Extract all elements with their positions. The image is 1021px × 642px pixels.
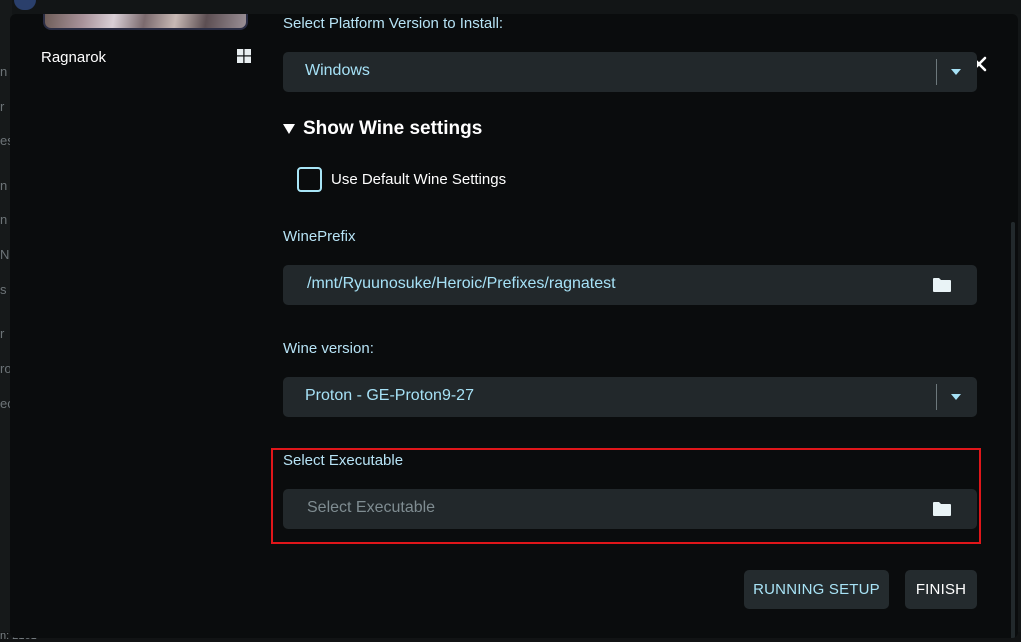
background-text-fragment: r	[0, 326, 5, 341]
scrollbar-track[interactable]	[1011, 222, 1015, 638]
game-cover-image	[43, 14, 248, 30]
folder-icon[interactable]	[932, 501, 952, 517]
wine-prefix-input[interactable]	[307, 275, 907, 293]
chevron-down-icon[interactable]	[951, 69, 961, 75]
background-text-fragment: n	[0, 64, 8, 79]
running-setup-button[interactable]: RUNNING SETUP	[744, 570, 889, 609]
scrollbar-thumb[interactable]	[1011, 222, 1015, 638]
wine-version-value: Proton - GE-Proton9-27	[305, 387, 474, 404]
default-wine-settings-row: Use Default Wine Settings	[297, 167, 506, 192]
show-wine-settings-label: Show Wine settings	[303, 118, 483, 139]
install-dialog: Ragnarok Select Platform Version to Inst…	[10, 14, 1018, 638]
background-text-fragment: s	[0, 282, 7, 297]
windows-icon	[237, 49, 251, 63]
disclosure-triangle-icon	[283, 124, 295, 134]
select-divider	[936, 59, 937, 85]
background-text-fragment: n	[0, 212, 8, 227]
background-top-strip	[0, 0, 1021, 14]
folder-icon[interactable]	[932, 277, 952, 293]
finish-button[interactable]: FINISH	[905, 570, 977, 609]
background-text-fragment: N	[0, 247, 10, 262]
wine-version-label: Wine version:	[283, 340, 374, 357]
default-wine-settings-label: Use Default Wine Settings	[331, 171, 507, 188]
wine-prefix-field[interactable]	[283, 265, 977, 305]
platform-select[interactable]: Windows	[283, 52, 977, 92]
platform-select-label: Select Platform Version to Install:	[283, 15, 504, 32]
game-title: Ragnarok	[41, 49, 107, 66]
executable-input[interactable]	[307, 499, 907, 517]
executable-field[interactable]	[283, 489, 977, 529]
platform-select-value: Windows	[305, 62, 370, 79]
background-text-fragment: n	[0, 178, 8, 193]
chevron-down-icon[interactable]	[951, 394, 961, 400]
wine-prefix-label: WinePrefix	[283, 228, 356, 245]
background-text-fragment: r	[0, 99, 5, 114]
wine-version-select[interactable]: Proton - GE-Proton9-27	[283, 377, 977, 417]
default-wine-settings-checkbox[interactable]	[297, 167, 322, 192]
select-divider	[936, 384, 937, 410]
show-wine-settings-toggle[interactable]: Show Wine settings	[283, 118, 482, 140]
executable-label: Select Executable	[283, 452, 404, 469]
